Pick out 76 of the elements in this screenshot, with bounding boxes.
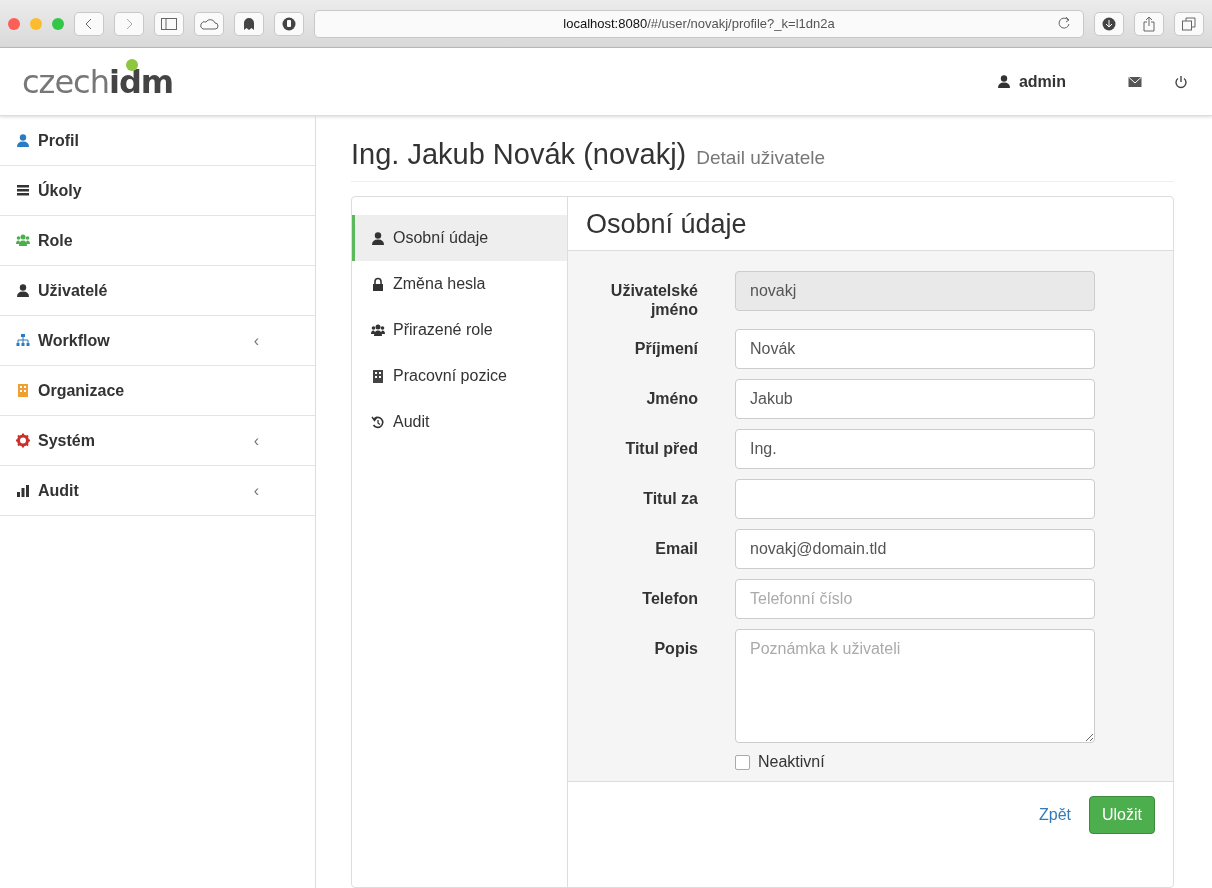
sidebar-button[interactable]	[154, 11, 184, 36]
input-field[interactable]	[735, 479, 1095, 520]
tab[interactable]: Změna hesla	[352, 261, 567, 307]
power-icon[interactable]	[1174, 74, 1188, 89]
tab[interactable]: Pracovní pozice	[352, 353, 567, 399]
tab[interactable]: Osobní údaje	[352, 215, 567, 261]
chevron-left-icon	[84, 17, 94, 30]
chevron-icon: ‹	[253, 331, 259, 350]
cloud-icon	[199, 17, 219, 30]
field-label: Popis	[653, 639, 698, 660]
person-icon	[16, 133, 30, 148]
input-field[interactable]: Jakub	[735, 379, 1095, 420]
maximize-button[interactable]	[52, 17, 64, 30]
input-field[interactable]: Ing.	[735, 429, 1095, 470]
text-area[interactable]: Poznámka k uživateli	[735, 629, 1095, 744]
field-label: Příjmení	[633, 339, 698, 360]
input-field[interactable]: novakj@domain.tld	[735, 529, 1095, 570]
page-subtitle: Detail uživatele	[696, 147, 826, 169]
gear-icon	[16, 433, 30, 448]
field-label: Telefon	[641, 589, 698, 610]
chevron-icon: ‹	[253, 431, 259, 450]
page-title: Ing. Jakub Novák (novakj)	[351, 138, 687, 171]
back-button[interactable]	[74, 11, 104, 36]
cloud-button[interactable]	[194, 11, 224, 36]
input-field[interactable]: Telefonní číslo	[735, 579, 1095, 620]
field-label: Uživatelské jméno	[609, 281, 698, 320]
sidebar-item[interactable]: Audit ‹	[0, 466, 315, 516]
tab[interactable]: Přirazené role	[352, 307, 567, 353]
address-bar[interactable]: localhost:8080/#/user/novakj/profile?_k=l1dn2a	[314, 9, 1084, 38]
ghost-icon	[243, 16, 255, 31]
share-button[interactable]	[1134, 11, 1164, 36]
field-label: Titul před	[624, 439, 698, 460]
chevron-right-icon	[124, 17, 134, 30]
mail-icon[interactable]	[1128, 75, 1142, 88]
sidebar-item[interactable]: Systém ‹	[0, 416, 315, 466]
circle-icon	[282, 16, 296, 31]
back-link[interactable]: Zpět	[1032, 800, 1077, 831]
chevron-icon: ‹	[253, 481, 259, 500]
tabs-button[interactable]	[1174, 11, 1204, 36]
logo[interactable]: czechidm	[22, 62, 174, 101]
close-button[interactable]	[8, 17, 20, 30]
person-icon	[16, 283, 30, 298]
share-icon	[1143, 15, 1155, 32]
input-field[interactable]: Novák	[735, 329, 1095, 370]
list-icon	[16, 183, 30, 198]
forward-button[interactable]	[114, 11, 144, 36]
field-label: Email	[654, 539, 698, 560]
tab[interactable]: Audit	[352, 399, 567, 445]
tabs-icon	[1182, 16, 1196, 31]
group-icon	[16, 233, 30, 248]
hierarchy-icon	[16, 333, 30, 348]
bar-chart-icon	[16, 483, 30, 498]
reload-icon[interactable]	[1057, 15, 1071, 30]
checkbox-label: Neaktivní	[758, 753, 825, 772]
user-name[interactable]: admin	[1018, 72, 1066, 91]
person-icon	[996, 74, 1011, 89]
history-icon	[371, 414, 385, 430]
field-label: Titul za	[642, 489, 698, 510]
sidebar-item[interactable]: Organizace	[0, 366, 315, 416]
building-icon	[16, 383, 30, 398]
sidebar-item[interactable]: Úkoly	[0, 166, 315, 216]
sidebar-icon	[161, 17, 177, 30]
group-icon	[371, 322, 385, 338]
checkbox[interactable]	[735, 754, 750, 770]
ghost-button[interactable]	[234, 11, 264, 36]
field-label: Jméno	[645, 389, 698, 410]
sidebar-item[interactable]: Role	[0, 216, 315, 266]
hand-button[interactable]	[274, 11, 304, 36]
download-button[interactable]	[1094, 11, 1124, 36]
sidebar-item[interactable]: Profil	[0, 116, 315, 166]
sidebar-item[interactable]: Uživatelé	[0, 266, 315, 316]
building-icon	[371, 368, 385, 384]
lock-icon	[371, 276, 385, 292]
download-icon	[1102, 16, 1116, 31]
sidebar-item[interactable]: Workflow ‹	[0, 316, 315, 366]
person-icon	[371, 230, 385, 246]
